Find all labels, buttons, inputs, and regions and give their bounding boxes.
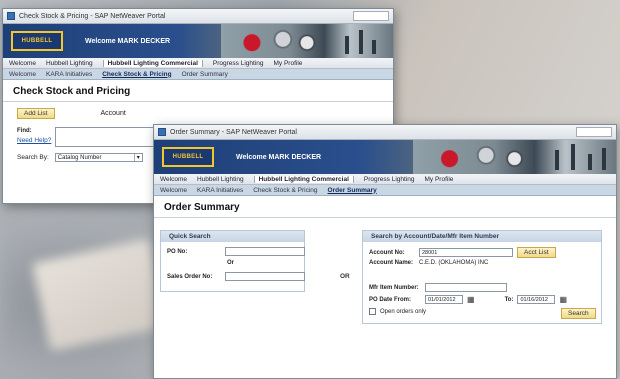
primary-nav: Welcome Hubbell Lighting Hubbell Lightin… [154,174,616,185]
quick-search-heading: Quick Search [161,231,304,242]
po-date-to-input[interactable]: 01/16/2012 [517,295,556,304]
quick-search-panel: Quick Search PO No: Or Sales Order No: [160,230,305,292]
subnav-welcome[interactable]: Welcome [9,71,36,78]
account-search-heading: Search by Account/Date/Mfr Item Number [363,231,601,242]
need-help-link[interactable]: Need Help? [17,136,51,145]
nav-progress-lighting[interactable]: Progress Lighting [364,176,415,183]
order-summary-form: Quick Search PO No: Or Sales Order No: O… [154,218,616,378]
subnav-check-stock[interactable]: Check Stock & Pricing [253,187,317,194]
sales-order-label: Sales Order No: [167,273,213,280]
nav-hubbell-lighting[interactable]: Hubbell Lighting [197,176,244,183]
nav-hubbell-lighting-commercial[interactable]: Hubbell Lighting Commercial [102,59,203,67]
secondary-nav: Welcome KARA Initiatives Check Stock & P… [154,185,616,196]
account-no-input[interactable]: 28001 [419,248,513,257]
hubbell-logo: HUBBELL [11,31,63,51]
titlebar-box [576,127,612,137]
search-by-select[interactable]: Catalog Number ▾ [54,153,143,162]
welcome-text: Welcome MARK DECKER [85,37,171,45]
hubbell-logo: HUBBELL [162,147,214,167]
order-summary-window: Order Summary - SAP NetWeaver Portal HUB… [153,124,617,379]
nav-welcome[interactable]: Welcome [9,60,36,67]
nav-progress-lighting[interactable]: Progress Lighting [213,60,264,67]
chevron-down-icon: ▾ [133,154,142,161]
header-product-photo [221,24,393,58]
subnav-welcome[interactable]: Welcome [160,187,187,194]
account-name-label: Account Name: [369,260,414,266]
window-titlebar: Check Stock & Pricing - SAP NetWeaver Po… [3,9,393,24]
search-by-value: Catalog Number [57,154,102,161]
find-textarea[interactable] [55,127,156,147]
or-label: Or [227,260,235,266]
to-label: To: [504,296,514,303]
po-date-from-label: PO Date From: [369,296,412,303]
mfr-item-label: Mfr Item Number: [369,284,419,291]
search-by-label: Search By: [17,154,49,161]
subnav-order-summary[interactable]: Order Summary [328,187,377,194]
account-search-panel: Search by Account/Date/Mfr Item Number A… [362,230,602,324]
window-titlebar: Order Summary - SAP NetWeaver Portal [154,125,616,140]
account-name-value: C.E.D. (OKLAHOMA) INC [419,260,489,266]
nav-hubbell-lighting-commercial[interactable]: Hubbell Lighting Commercial [253,175,354,183]
calendar-icon[interactable]: ▦ [467,295,475,304]
po-date-from-input[interactable]: 01/01/2012 [425,295,463,304]
page-title: Order Summary [154,196,616,218]
subnav-order-summary[interactable]: Order Summary [182,71,228,78]
primary-nav: Welcome Hubbell Lighting Hubbell Lightin… [3,58,393,69]
secondary-nav: Welcome KARA Initiatives Check Stock & P… [3,69,393,80]
nav-hubbell-lighting[interactable]: Hubbell Lighting [46,60,93,67]
nav-my-profile[interactable]: My Profile [274,60,303,67]
nav-my-profile[interactable]: My Profile [425,176,454,183]
account-list-button[interactable]: Acct List [517,247,556,258]
open-orders-label: Open orders only [380,308,427,315]
page-title: Check Stock and Pricing [3,80,393,102]
po-number-label: PO No: [167,248,188,255]
portal-header: HUBBELL Welcome MARK DECKER [3,24,393,58]
open-orders-checkbox[interactable] [369,308,376,315]
account-no-label: Account No: [369,249,405,256]
subnav-check-stock[interactable]: Check Stock & Pricing [102,71,171,78]
sales-order-input[interactable] [225,272,305,281]
window-title: Order Summary - SAP NetWeaver Portal [170,128,297,136]
welcome-text: Welcome MARK DECKER [236,153,322,161]
nav-welcome[interactable]: Welcome [160,176,187,183]
browser-page-icon [7,12,15,20]
po-number-input[interactable] [225,247,305,256]
add-list-button[interactable]: Add List [17,108,55,119]
titlebar-box [353,11,389,21]
find-label: Find: [17,128,32,134]
header-product-photo [412,140,616,174]
portal-header: HUBBELL Welcome MARK DECKER [154,140,616,174]
or-separator: OR [340,273,350,280]
mfr-item-input[interactable] [425,283,507,292]
browser-page-icon [158,128,166,136]
subnav-kara-initiatives[interactable]: KARA Initiatives [197,187,243,194]
search-button[interactable]: Search [561,308,596,319]
window-title: Check Stock & Pricing - SAP NetWeaver Po… [19,12,166,20]
account-label: Account [100,110,126,117]
calendar-icon[interactable]: ▦ [559,295,567,304]
subnav-kara-initiatives[interactable]: KARA Initiatives [46,71,92,78]
